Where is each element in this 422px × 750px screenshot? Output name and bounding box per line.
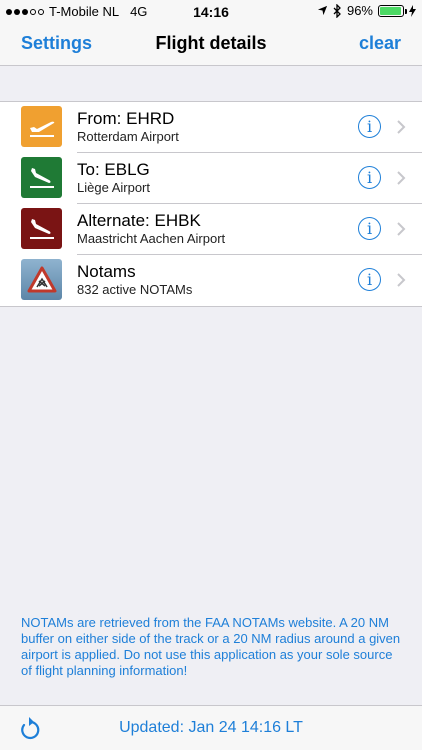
row-subtitle: Rotterdam Airport — [77, 129, 179, 144]
bluetooth-icon — [333, 3, 341, 18]
landing-icon — [21, 157, 62, 198]
row-title: From: EHRD — [77, 109, 175, 128]
battery-percentage: 96% — [346, 3, 373, 18]
departure-row[interactable]: From: EHRD Rotterdam Airport i — [0, 102, 422, 153]
charging-bolt-icon — [409, 4, 416, 17]
chevron-right-icon — [397, 171, 406, 185]
chevron-right-icon — [397, 273, 406, 287]
row-title: Alternate: EHBK — [77, 211, 201, 230]
destination-text: To: EBLG Liège Airport — [77, 160, 150, 196]
status-bar: T-Mobile NL 4G 14:16 96% — [0, 0, 422, 22]
battery-icon — [378, 4, 407, 17]
row-title: Notams — [77, 262, 136, 281]
row-subtitle: 832 active NOTAMs — [77, 282, 193, 297]
last-updated-label: Updated: Jan 24 14:16 LT — [119, 719, 303, 736]
info-icon[interactable]: i — [358, 268, 381, 291]
chevron-right-icon — [397, 120, 406, 134]
disclaimer-text: NOTAMs are retrieved from the FAA NOTAMs… — [21, 615, 401, 678]
info-icon[interactable]: i — [358, 166, 381, 189]
departure-text: From: EHRD Rotterdam Airport — [77, 109, 179, 145]
notams-row[interactable]: Notams 832 active NOTAMs i — [0, 255, 422, 306]
chevron-right-icon — [397, 222, 406, 236]
location-arrow-icon — [317, 5, 328, 16]
clear-button[interactable]: clear — [359, 33, 401, 54]
bottom-toolbar: Updated: Jan 24 14:16 LT — [0, 705, 422, 750]
info-icon[interactable]: i — [358, 217, 381, 240]
alternate-row[interactable]: Alternate: EHBK Maastricht Aachen Airpor… — [0, 204, 422, 255]
navigation-bar: Settings Flight details clear — [0, 22, 422, 66]
row-subtitle: Maastricht Aachen Airport — [77, 231, 226, 246]
takeoff-icon — [21, 106, 62, 147]
alternate-text: Alternate: EHBK Maastricht Aachen Airpor… — [77, 211, 225, 247]
row-title: To: EBLG — [77, 160, 150, 179]
landing-icon — [21, 208, 62, 249]
destination-row[interactable]: To: EBLG Liège Airport i — [0, 153, 422, 204]
row-subtitle: Liège Airport — [77, 180, 150, 195]
notams-text: Notams 832 active NOTAMs — [77, 262, 192, 298]
status-right-group: 96% — [317, 3, 416, 18]
warning-sign-icon — [21, 259, 62, 300]
info-icon[interactable]: i — [358, 115, 381, 138]
flight-details-list: From: EHRD Rotterdam Airport i To: EBLG … — [0, 101, 422, 307]
